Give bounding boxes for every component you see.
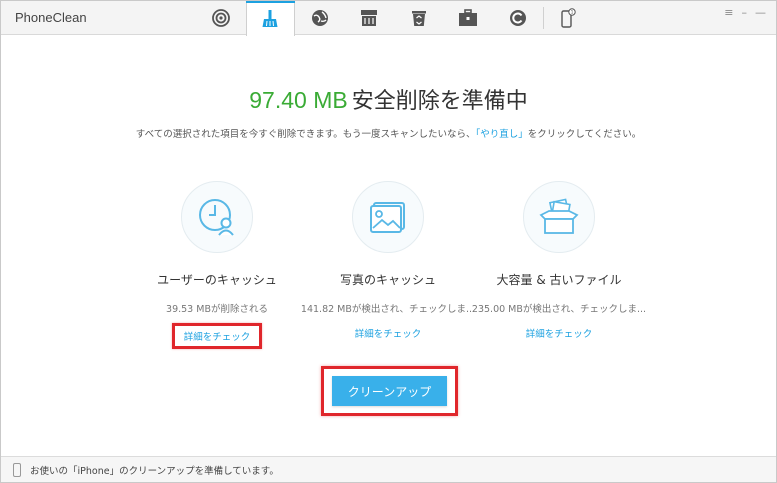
photo-cache-card: 写真のキャッシュ 141.82 MBが検出され、チェックしま... 詳細をチェッ… <box>288 181 488 343</box>
menu-button[interactable]: ≡ <box>724 6 733 19</box>
system-clean-icon <box>411 9 427 27</box>
photo-cache-icon <box>352 181 424 253</box>
card-size: 141.82 MBが検出され、チェックしま... <box>300 304 476 315</box>
device-tool-button[interactable]: 1 <box>544 1 594 35</box>
radar-icon <box>211 9 230 27</box>
user-cache-icon <box>181 181 253 253</box>
instructions-after: をクリックしてください。 <box>527 129 642 140</box>
silent-clean-tool-button[interactable] <box>493 1 543 35</box>
user-cache-card: ユーザーのキャッシュ 39.53 MBが削除される 詳細をチェック <box>117 181 317 349</box>
card-size: 235.00 MBが検出され、チェックしま... <box>471 304 647 315</box>
toolbox-icon <box>458 9 478 27</box>
device-icon: 1 <box>560 8 576 28</box>
silent-clean-icon <box>509 9 527 27</box>
radar-tool-button[interactable] <box>196 1 246 35</box>
card-size: 39.53 MBが削除される <box>166 304 268 315</box>
system-clean-tool-button[interactable] <box>394 1 444 35</box>
minimize-button[interactable]: – <box>742 6 748 19</box>
heading-text: 安全削除を準備中 <box>351 89 528 114</box>
instructions-before: すべての選択された項目を今すぐ削除できます。もう一度スキャンしたいなら、 <box>135 129 476 140</box>
status-bar: お使いの「iPhone」のクリーンアップを準備しています。 <box>1 456 776 482</box>
page-heading: 97.40 MB 安全削除を準備中 <box>1 83 776 115</box>
cleanup-button[interactable]: クリーンアップ <box>332 376 447 406</box>
phone-icon <box>13 463 21 477</box>
internet-clean-icon <box>311 9 329 27</box>
instructions-text: すべての選択された項目を今すぐ削除できます。もう一度スキャンしたいなら、「やり直… <box>1 126 776 140</box>
large-files-card: 大容量 & 古いファイル 235.00 MBが検出され、チェックしま... 詳細… <box>459 181 659 343</box>
svg-text:1: 1 <box>571 10 574 16</box>
check-details-link[interactable]: 詳細をチェック <box>171 323 263 349</box>
card-title: 大容量 & 古いファイル <box>496 273 622 287</box>
close-button[interactable]: — <box>755 6 766 19</box>
quick-clean-tab[interactable] <box>245 1 295 36</box>
toolbox-tool-button[interactable] <box>444 1 494 35</box>
quick-clean-icon <box>260 9 280 29</box>
app-title: PhoneClean <box>15 10 87 25</box>
title-bar: PhoneClean 1 ≡ – — <box>1 1 776 36</box>
large-files-icon <box>523 181 595 253</box>
internet-clean-tool-button[interactable] <box>295 1 345 35</box>
toolbar: 1 <box>196 1 594 36</box>
total-size: 97.40 MB <box>249 87 348 113</box>
check-details-link[interactable]: 詳細をチェック <box>347 323 430 343</box>
window-controls: ≡ – — <box>724 6 766 19</box>
card-title: 写真のキャッシュ <box>339 273 436 287</box>
redo-link[interactable]: 「やり直し」 <box>476 129 528 140</box>
privacy-clean-tool-button[interactable] <box>345 1 395 35</box>
card-title: ユーザーのキャッシュ <box>157 273 277 287</box>
privacy-clean-icon <box>359 9 379 27</box>
cleanup-highlight-frame: クリーンアップ <box>321 366 458 416</box>
app-window: PhoneClean 1 ≡ – — 97.40 MB 安全削除を準備中 すべて… <box>0 0 777 483</box>
check-details-link[interactable]: 詳細をチェック <box>518 323 601 343</box>
status-text: お使いの「iPhone」のクリーンアップを準備しています。 <box>30 466 279 477</box>
